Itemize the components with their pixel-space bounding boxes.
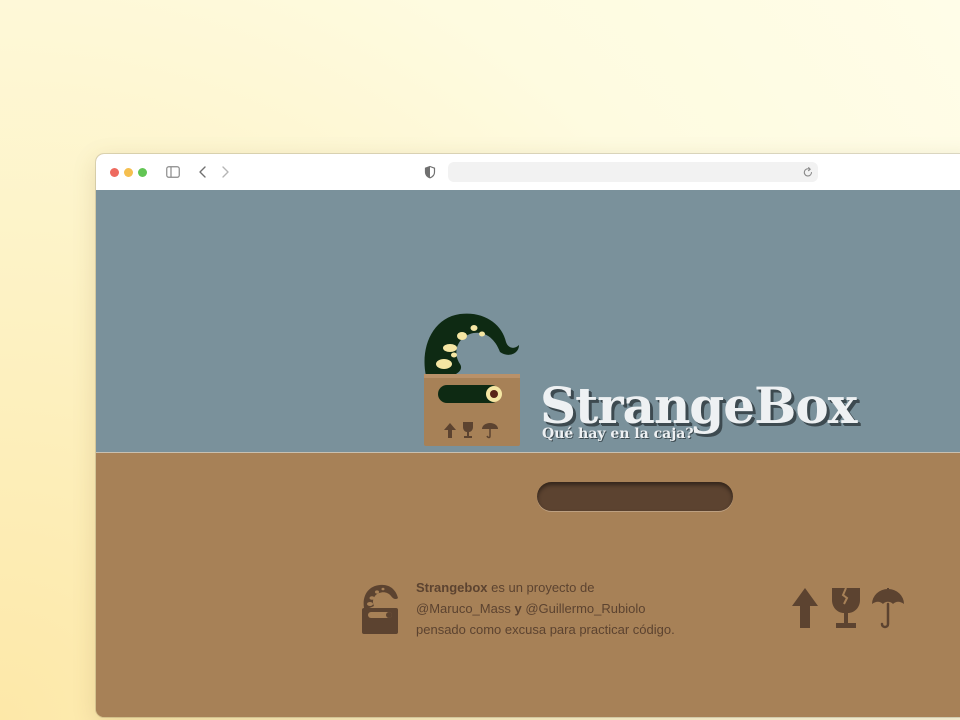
minimize-window-button[interactable] [124, 168, 133, 177]
browser-window: StrangeBox Qué hay en la caja? Strangebo… [96, 154, 960, 717]
box-slot-opening [537, 482, 733, 511]
tentacle-spot [470, 325, 478, 331]
author-link-maruco[interactable]: @Maruco_Mass [416, 601, 511, 616]
strangebox-box-monster-logo [424, 313, 520, 446]
forward-icon[interactable] [220, 163, 230, 181]
footer-credits: Strangebox es un proyecto de @Maruco_Mas… [416, 580, 675, 637]
tentacle-spot [457, 332, 467, 340]
keep-dry-umbrella-icon [872, 588, 904, 629]
handling-icons [792, 587, 904, 629]
author-link-guillermo[interactable]: @Guillermo_Rubiolo [525, 601, 645, 616]
close-window-button[interactable] [110, 168, 119, 177]
site-subtitle: Qué hay en la caja? [542, 426, 694, 442]
fragile-glass-icon [832, 588, 860, 628]
sidebar-icon[interactable] [166, 163, 180, 181]
this-way-up-arrow-icon [792, 588, 818, 628]
shield-icon[interactable] [424, 163, 436, 181]
tentacle-spot [436, 359, 452, 369]
cardboard-box [424, 374, 520, 446]
browser-toolbar [96, 154, 960, 191]
reload-icon[interactable] [802, 165, 814, 179]
address-bar[interactable] [448, 162, 818, 182]
tentacle-spot [443, 344, 457, 352]
maximize-window-button[interactable] [138, 168, 147, 177]
footer-box-monster-logo [362, 584, 398, 634]
tentacle-spot [479, 331, 485, 337]
back-icon[interactable] [198, 163, 208, 181]
footer-brand: Strangebox [416, 580, 488, 595]
tentacle-spot [451, 352, 457, 358]
monster-pupil [490, 390, 498, 398]
